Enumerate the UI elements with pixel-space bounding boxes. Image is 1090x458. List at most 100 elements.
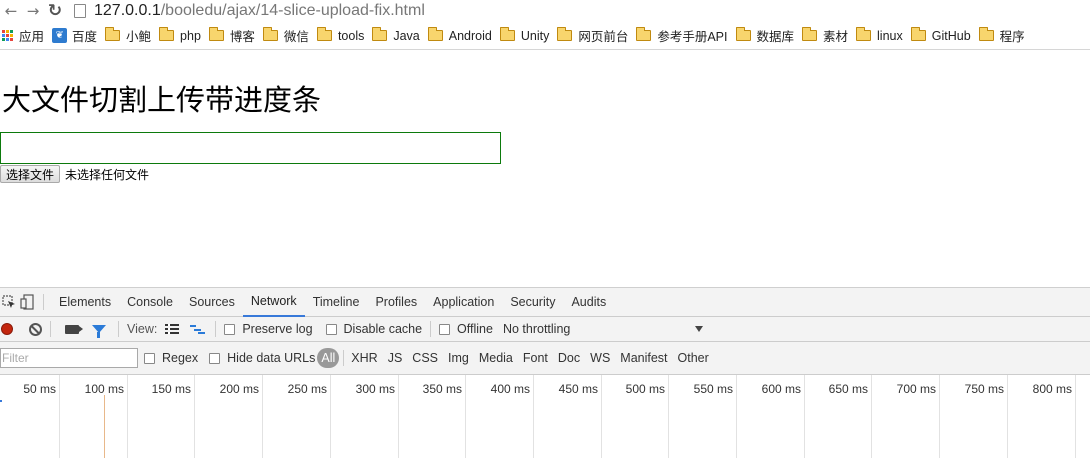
capture-screenshots-icon[interactable]	[65, 324, 83, 334]
bookmark-item[interactable]: ❦ 百度	[50, 24, 101, 48]
checkbox-box[interactable]	[325, 323, 337, 335]
forward-arrow-icon[interactable]: →	[22, 0, 44, 22]
file-status-text: 未选择任何文件	[65, 167, 150, 182]
overview-waterfall-icon[interactable]	[190, 324, 206, 334]
bookmark-item[interactable]: 素材	[800, 24, 852, 48]
tab-console[interactable]: Console	[119, 288, 181, 317]
bookmark-item[interactable]: 参考手册API	[634, 24, 731, 48]
checkbox-box[interactable]	[439, 323, 451, 335]
timeline-tick-label: 150 ms	[151, 382, 191, 396]
filter-type-all[interactable]: All	[317, 348, 340, 368]
filter-type-css[interactable]: CSS	[407, 348, 443, 368]
device-mode-icon[interactable]	[18, 293, 36, 311]
timeline-tick-label: 450 ms	[558, 382, 598, 396]
tab-profiles[interactable]: Profiles	[367, 288, 425, 317]
folder-icon	[910, 27, 926, 41]
timeline-tick-label: 800 ms	[1032, 382, 1072, 396]
checkbox-box[interactable]	[209, 352, 221, 364]
tab-security[interactable]: Security	[502, 288, 563, 317]
timeline-gridline	[736, 375, 737, 458]
bookmark-label: 程序	[999, 30, 1025, 44]
bookmark-item[interactable]: Java	[370, 24, 423, 48]
url-field[interactable]: 127.0.0.1/booledu/ajax/14-slice-upload-f…	[94, 2, 425, 20]
timeline-tick-label: 700 ms	[896, 382, 936, 396]
filter-type-manifest[interactable]: Manifest	[615, 348, 672, 368]
folder-icon	[208, 27, 224, 41]
timeline-tick-label: 750 ms	[964, 382, 1004, 396]
upload-progress-bar	[0, 132, 501, 164]
bookmark-item[interactable]: 微信	[261, 24, 313, 48]
page-icon	[74, 4, 86, 18]
filter-type-font[interactable]: Font	[518, 348, 553, 368]
checkbox-box[interactable]	[224, 323, 236, 335]
filter-type-xhr[interactable]: XHR	[346, 348, 382, 368]
checkbox-box[interactable]	[144, 352, 155, 364]
large-rows-icon[interactable]	[165, 324, 180, 334]
bookmark-label: php	[180, 28, 201, 43]
tab-application[interactable]: Application	[425, 288, 502, 317]
bookmark-label: 网页前台	[578, 30, 629, 44]
hide-data-urls-checkbox[interactable]: Hide data URLs	[209, 351, 315, 365]
clear-icon[interactable]	[29, 322, 42, 336]
bookmark-item[interactable]: GitHub	[909, 24, 975, 48]
timeline-gridline	[1075, 375, 1076, 458]
folder-icon	[636, 27, 652, 41]
file-input[interactable]: 选择文件 未选择任何文件	[0, 165, 149, 183]
folder-icon	[372, 27, 388, 41]
toolbar-separator	[50, 321, 51, 337]
timeline-gridline	[601, 375, 602, 458]
timeline-tick-label: 250 ms	[287, 382, 327, 396]
bookmark-item[interactable]: 博客	[207, 24, 259, 48]
throttling-select[interactable]: No throttling	[503, 322, 570, 336]
filter-type-other[interactable]: Other	[673, 348, 714, 368]
choose-file-button[interactable]: 选择文件	[0, 165, 61, 183]
regex-checkbox[interactable]: Regex	[144, 351, 198, 365]
disable-cache-checkbox[interactable]: Disable cache	[325, 322, 422, 336]
filter-type-img[interactable]: Img	[443, 348, 474, 368]
record-icon[interactable]	[1, 323, 13, 335]
timeline-tick-label: 350 ms	[422, 382, 462, 396]
back-arrow-icon[interactable]: ←	[0, 0, 22, 22]
bookmark-item[interactable]: 小鲍	[103, 24, 155, 48]
bookmark-item[interactable]: tools	[315, 24, 368, 48]
timeline-tick-label: 50 ms	[23, 382, 56, 396]
toolbar-separator	[215, 321, 217, 337]
filter-funnel-icon[interactable]	[92, 325, 106, 338]
bookmark-item[interactable]: 应用	[0, 24, 48, 48]
tab-network[interactable]: Network	[242, 288, 305, 317]
bookmark-item[interactable]: 网页前台	[555, 24, 632, 48]
toolbar-separator	[430, 321, 432, 337]
offline-checkbox[interactable]: Offline	[439, 322, 493, 336]
reload-icon[interactable]: ↻	[44, 0, 66, 22]
timeline-tick-label: 200 ms	[219, 382, 259, 396]
filter-type-media[interactable]: Media	[474, 348, 518, 368]
dom-content-loaded-marker	[104, 395, 105, 458]
inspect-element-icon[interactable]	[0, 293, 18, 311]
tab-audits[interactable]: Audits	[563, 288, 614, 317]
bookmark-label: Android	[448, 28, 492, 43]
bookmark-label: 博客	[229, 30, 255, 44]
filter-type-js[interactable]: JS	[383, 348, 408, 368]
timeline-tick-label: 300 ms	[355, 382, 395, 396]
bookmark-label: GitHub	[931, 28, 971, 43]
hide-data-urls-label: Hide data URLs	[227, 351, 316, 365]
preserve-log-checkbox[interactable]: Preserve log	[224, 322, 313, 336]
timeline-gridline	[262, 375, 263, 458]
bookmarks-bar: 应用 ❦ 百度 小鲍 php 博客 微信 tools Java Android Unity 网页前台 参…	[0, 22, 1090, 50]
filter-type-ws[interactable]: WS	[585, 348, 615, 368]
bookmark-label: tools	[337, 28, 365, 43]
filter-type-doc[interactable]: Doc	[553, 348, 585, 368]
filter-input[interactable]	[0, 348, 138, 368]
bookmark-item[interactable]: linux	[854, 24, 907, 48]
tab-sources[interactable]: Sources	[181, 288, 243, 317]
bookmark-item[interactable]: php	[157, 24, 205, 48]
bookmark-item[interactable]: 程序	[977, 24, 1029, 48]
bookmark-item[interactable]: Android	[426, 24, 496, 48]
tab-elements[interactable]: Elements	[51, 288, 119, 317]
timeline-gridline	[1007, 375, 1008, 458]
bookmark-item[interactable]: 数据库	[734, 24, 799, 48]
tab-timeline[interactable]: Timeline	[305, 288, 368, 317]
chevron-down-icon[interactable]	[695, 326, 704, 332]
folder-icon	[316, 27, 332, 41]
bookmark-item[interactable]: Unity	[498, 24, 553, 48]
